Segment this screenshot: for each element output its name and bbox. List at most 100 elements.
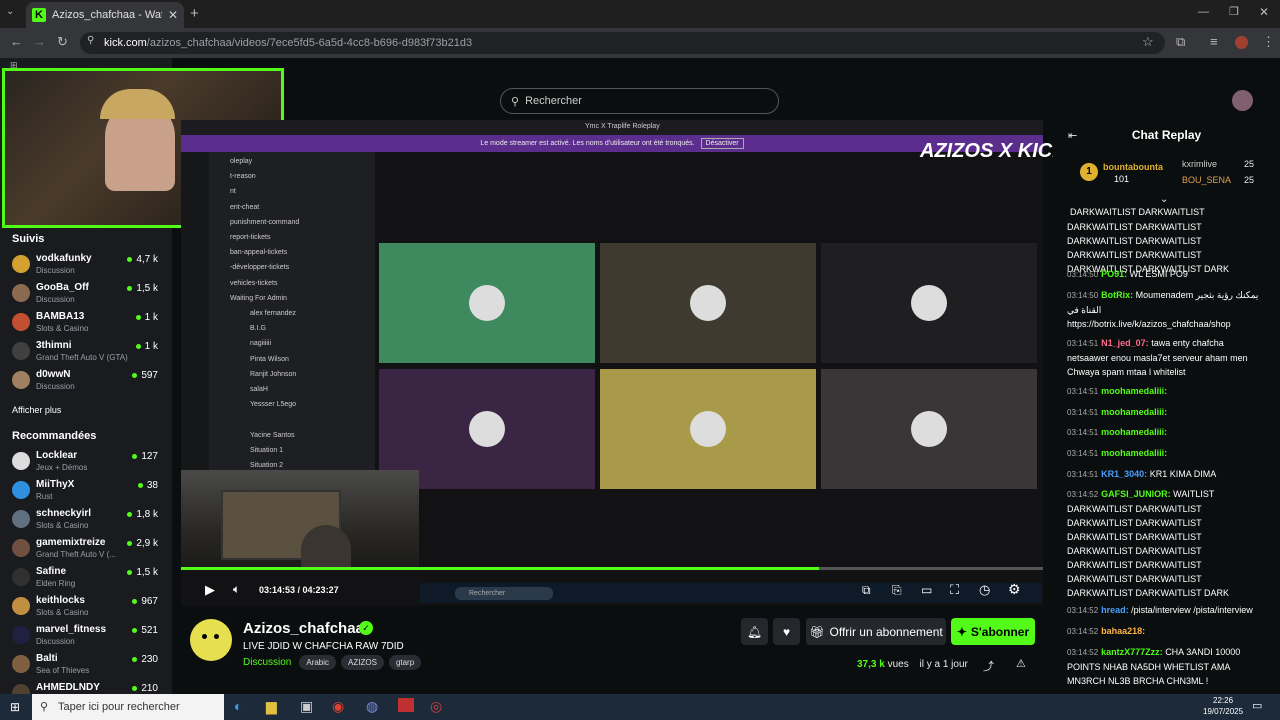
category-link[interactable]: Discussion bbox=[243, 657, 291, 668]
forward-icon[interactable]: → bbox=[33, 34, 46, 49]
theater-icon[interactable]: ▭ bbox=[921, 583, 932, 597]
address-bar[interactable]: kick.com/azizos_chafchaa/videos/7ece5fd5… bbox=[80, 32, 1165, 54]
sidebar-channel[interactable]: schneckyirl Slots & Casino 1,8 k bbox=[12, 508, 162, 534]
os-search-input[interactable]: Taper ici pour rechercher bbox=[32, 694, 224, 720]
app-icon[interactable] bbox=[398, 698, 414, 712]
search-input[interactable]: ⚲ Rechercher bbox=[500, 88, 779, 114]
sidebar-channel-viewers: 521 bbox=[132, 625, 158, 636]
play-icon[interactable]: ▶ bbox=[205, 582, 215, 598]
file-explorer-icon[interactable]: ▆ bbox=[266, 698, 277, 715]
chat-text: WAITLIST DARKWAITLIST DARKWAITLIST DARKW… bbox=[1067, 489, 1230, 598]
tag[interactable]: gtarp bbox=[388, 655, 422, 670]
tag[interactable]: Arabic bbox=[299, 655, 337, 670]
settings-gear-icon[interactable]: ⚙ bbox=[1008, 581, 1021, 598]
chat-text: DARKWAITLIST DARKWAITLIST DARKWAITLIST D… bbox=[1067, 207, 1230, 274]
chat-message: 03:14:51 moohamedaliii: bbox=[1067, 425, 1267, 440]
notice-disable-button[interactable]: Désactiver bbox=[700, 138, 744, 149]
chat-username[interactable]: moohamedaliii: bbox=[1101, 427, 1167, 437]
chat-username[interactable]: moohamedaliii: bbox=[1101, 407, 1167, 417]
menu-icon[interactable]: ⋮ bbox=[1262, 34, 1275, 50]
top-gifter-name[interactable]: bountabounta bbox=[1103, 162, 1163, 172]
profile-avatar[interactable] bbox=[1235, 36, 1248, 49]
sidebar-channel-viewers: 210 bbox=[132, 683, 158, 694]
windows-start-icon[interactable]: ⊞ bbox=[10, 700, 20, 714]
speed-icon[interactable]: ◷ bbox=[979, 582, 990, 598]
sidebar-channel[interactable]: GooBa_Off Discussion 1,5 k bbox=[12, 282, 162, 308]
sidebar-channel[interactable]: Balti Sea of Thieves 230 bbox=[12, 653, 162, 679]
channel-name[interactable]: Azizos_chafchaa bbox=[243, 620, 364, 637]
volume-icon[interactable]: 🔈︎ bbox=[233, 582, 240, 597]
channel-avatar[interactable] bbox=[190, 619, 232, 661]
subscribe-label: S'abonner bbox=[970, 624, 1030, 639]
minimize-icon[interactable]: — bbox=[1198, 6, 1209, 18]
discord-channel: oleplay bbox=[230, 158, 253, 165]
new-tab-button[interactable]: + bbox=[190, 5, 199, 22]
browser-tab[interactable]: K Azizos_chafchaa - Watch the V ✕ bbox=[26, 2, 184, 28]
share-icon[interactable]: ⤴ bbox=[983, 658, 994, 674]
sidebar-channel-category: Grand Theft Auto V (... bbox=[36, 550, 116, 559]
report-icon[interactable]: ⚠ bbox=[1016, 657, 1026, 670]
follow-heart-button[interactable]: ♥ bbox=[773, 618, 800, 645]
sidebar-channel[interactable]: Locklear Jeux + Démos 127 bbox=[12, 450, 162, 476]
chat-username[interactable]: N1_jed_07: bbox=[1101, 338, 1149, 348]
sidebar-channel[interactable]: Safine Elden Ring 1,5 k bbox=[12, 566, 162, 592]
window-title: Ymc X Traplife Roleplay bbox=[585, 123, 660, 130]
chat-expand-icon[interactable]: ⌄ bbox=[1160, 194, 1168, 205]
bookmark-star-icon[interactable]: ☆ bbox=[1142, 34, 1154, 50]
tag[interactable]: AZIZOS bbox=[341, 655, 384, 670]
discord-icon[interactable]: ◍ bbox=[366, 698, 378, 715]
chat-username[interactable]: PO91: bbox=[1101, 269, 1127, 279]
fullscreen-icon[interactable]: ⛶ bbox=[950, 582, 959, 598]
chrome-icon[interactable]: ◉ bbox=[332, 698, 344, 715]
subscribe-button[interactable]: ✦ S'abonner bbox=[951, 618, 1035, 645]
chat-username[interactable]: kantzX777Zzz: bbox=[1101, 647, 1163, 657]
chat-username[interactable]: hread: bbox=[1101, 605, 1129, 615]
close-window-icon[interactable]: ✕ bbox=[1259, 5, 1269, 19]
gift-sub-label: Offrir un abonnement bbox=[829, 624, 943, 639]
edge-icon[interactable]: ◐ bbox=[234, 698, 242, 714]
chat-message: 03:14:51 N1_jed_07: tawa enty chafcha net… bbox=[1067, 336, 1267, 379]
sidebar-channel[interactable]: 3thimni Grand Theft Auto V (GTA) 1 k bbox=[12, 340, 162, 366]
gifter-2-name[interactable]: kxrimlive bbox=[1182, 159, 1217, 169]
restore-icon[interactable]: ❐ bbox=[1229, 5, 1239, 18]
sidebar-channel[interactable]: vodkafunky Discussion 4,7 k bbox=[12, 253, 162, 279]
notifications-icon[interactable]: ▭ bbox=[1252, 699, 1262, 712]
pip-icon[interactable]: ⧉ bbox=[862, 583, 871, 598]
sidebar-channel[interactable]: keithlocks Slots & Casino 967 bbox=[12, 595, 162, 621]
back-icon[interactable]: ← bbox=[10, 34, 23, 49]
call-participant-tile bbox=[379, 243, 595, 363]
site-info-icon[interactable]: ⚲ bbox=[87, 35, 94, 46]
clip-icon[interactable]: ⎘ bbox=[892, 583, 902, 598]
sidebar-channel-viewers: 127 bbox=[132, 451, 158, 462]
reload-icon[interactable]: ↻ bbox=[57, 34, 68, 50]
sidebar-channel[interactable]: d0wwN Discussion 597 bbox=[12, 369, 162, 395]
chat-username[interactable]: BotRix: bbox=[1101, 290, 1133, 300]
chat-username[interactable]: moohamedaliii: bbox=[1101, 448, 1167, 458]
user-avatar[interactable] bbox=[1232, 90, 1253, 111]
chat-username[interactable]: bahaa218: bbox=[1101, 626, 1145, 636]
tab-search-icon[interactable]: ⌄ bbox=[6, 6, 14, 17]
sidebar-channel-viewers: 1,8 k bbox=[127, 509, 158, 520]
chat-username[interactable]: moohamedaliii: bbox=[1101, 386, 1167, 396]
extensions-icon[interactable]: ⧉ bbox=[1176, 34, 1185, 50]
discord-channel: ent-cheat bbox=[230, 203, 260, 211]
chat-username[interactable]: KR1_3040: bbox=[1101, 469, 1147, 479]
sidebar-channel[interactable]: marvel_fitness Discussion 521 bbox=[12, 624, 162, 650]
cap-shape bbox=[100, 89, 175, 119]
media-icon[interactable]: ≡ bbox=[1210, 34, 1218, 49]
store-icon[interactable]: ▣ bbox=[300, 698, 313, 715]
close-tab-icon[interactable]: ✕ bbox=[168, 8, 178, 22]
gift-sub-button[interactable]: 🎁︎ Offrir un abonnement bbox=[806, 618, 946, 645]
avatar-eye bbox=[214, 634, 219, 639]
gift-icon: 🎁︎ bbox=[809, 624, 825, 639]
sidebar-channel[interactable]: gamemixtreize Grand Theft Auto V (... 2,… bbox=[12, 537, 162, 563]
notification-bell-button[interactable]: 🔔︎ bbox=[741, 618, 768, 645]
gifter-3-name[interactable]: BOU_SENA bbox=[1182, 175, 1231, 185]
chat-username[interactable]: GAFSI_JUNIOR: bbox=[1101, 489, 1171, 499]
sidebar-channel[interactable]: BAMBA13 Slots & Casino 1 k bbox=[12, 311, 162, 337]
sidebar-channel[interactable]: MiiThyX Rust 38 bbox=[12, 479, 162, 505]
view-stats: 37,3 k vues il y a 1 jour bbox=[857, 659, 968, 670]
view-count: 37,3 k bbox=[857, 659, 885, 670]
show-more-link[interactable]: Afficher plus bbox=[12, 405, 61, 415]
obs-icon[interactable]: ◎ bbox=[430, 698, 442, 715]
